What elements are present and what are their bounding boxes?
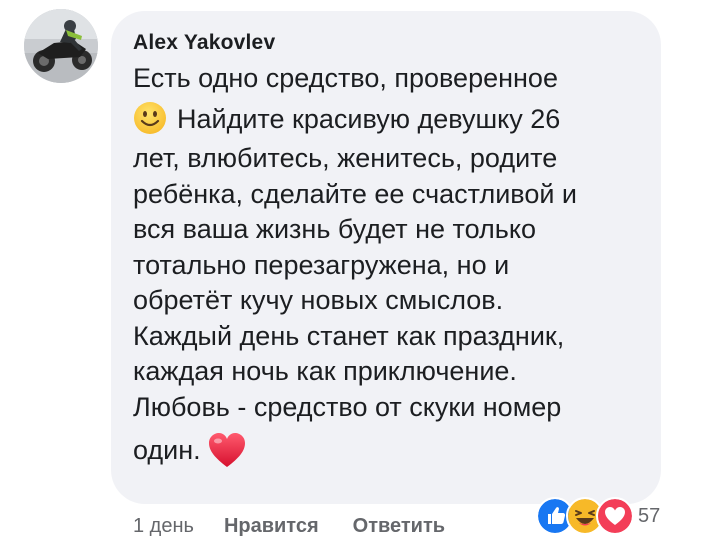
comment-line: каждая ночь как приключение. (133, 356, 517, 386)
comment-line: лет, влюбитесь, женитесь, родите (133, 143, 558, 173)
reactions-summary[interactable]: 57 (536, 497, 661, 535)
comment-line: Найдите красивую девушку 26 (177, 103, 561, 134)
motorcycle-photo-icon (24, 9, 98, 83)
comment-line: вся ваша жизнь будет не только (133, 214, 536, 244)
heart-emoji-icon (208, 433, 245, 467)
reply-button[interactable]: Ответить (353, 515, 445, 538)
timestamp[interactable]: 1 день (133, 515, 194, 538)
smile-emoji-icon (134, 101, 166, 134)
reaction-count: 57 (638, 504, 661, 527)
comment-bubble: Alex Yakovlev Есть одно средство, провер… (111, 11, 661, 504)
avatar[interactable] (24, 9, 98, 83)
comment-line: Есть одно средство, проверенное (133, 63, 558, 93)
like-button[interactable]: Нравится (224, 515, 319, 538)
author-name[interactable]: Alex Yakovlev (133, 29, 633, 57)
comment-line: Каждый день станет как праздник, (133, 320, 565, 351)
comment-line-with-emoji: Найдите красивую девушку 26 (133, 101, 633, 138)
comment-screen: Alex Yakovlev Есть одно средство, провер… (0, 0, 704, 560)
comment-line: Любовь - средство от скуки номер (133, 391, 562, 422)
comment-line-with-emoji: один. (133, 431, 633, 469)
comment-actions: 1 день Нравится Ответить (133, 511, 479, 541)
comment-line: тотально перезагружена, но и (133, 249, 510, 280)
comment-line: обретёт кучу новых смыслов. (133, 285, 504, 315)
comment-text: Есть одно средство, проверенное Найдите … (133, 61, 633, 469)
comment-line: один. (133, 435, 201, 465)
love-reaction-icon (596, 497, 634, 535)
comment-line: ребёнка, сделайте ее счастливой и (133, 178, 577, 209)
